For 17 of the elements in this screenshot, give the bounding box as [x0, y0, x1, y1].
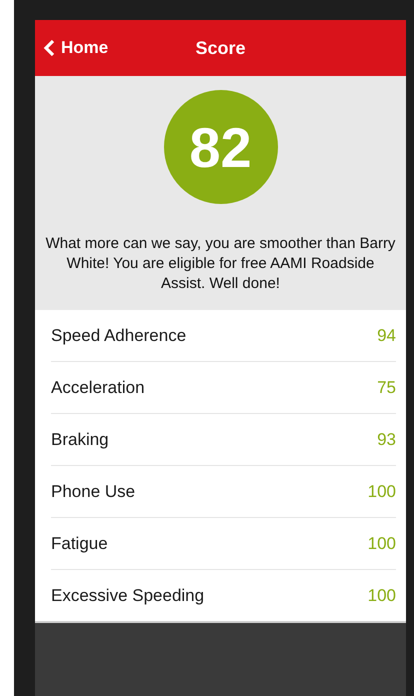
chevron-left-icon — [43, 39, 55, 57]
metric-value: 93 — [377, 430, 396, 450]
metric-label: Fatigue — [51, 534, 108, 554]
screen-title: Score — [195, 38, 246, 58]
score-message: What more can we say, you are smoother than Barry White! You are eligible for free AAMI Roadside Assist. Well done! — [46, 234, 396, 294]
metric-label: Braking — [51, 430, 109, 450]
metric-value: 100 — [368, 482, 396, 502]
metric-label: Speed Adherence — [51, 326, 186, 346]
metric-label: Excessive Speeding — [51, 586, 204, 606]
score-badge: 82 — [164, 90, 278, 204]
metric-value: 94 — [377, 326, 396, 346]
metric-label: Acceleration — [51, 378, 145, 398]
metric-label: Phone Use — [51, 482, 136, 502]
metric-value: 75 — [377, 378, 396, 398]
metric-value: 100 — [368, 534, 396, 554]
back-button[interactable]: Home — [35, 38, 108, 58]
metric-value: 100 — [368, 586, 396, 606]
